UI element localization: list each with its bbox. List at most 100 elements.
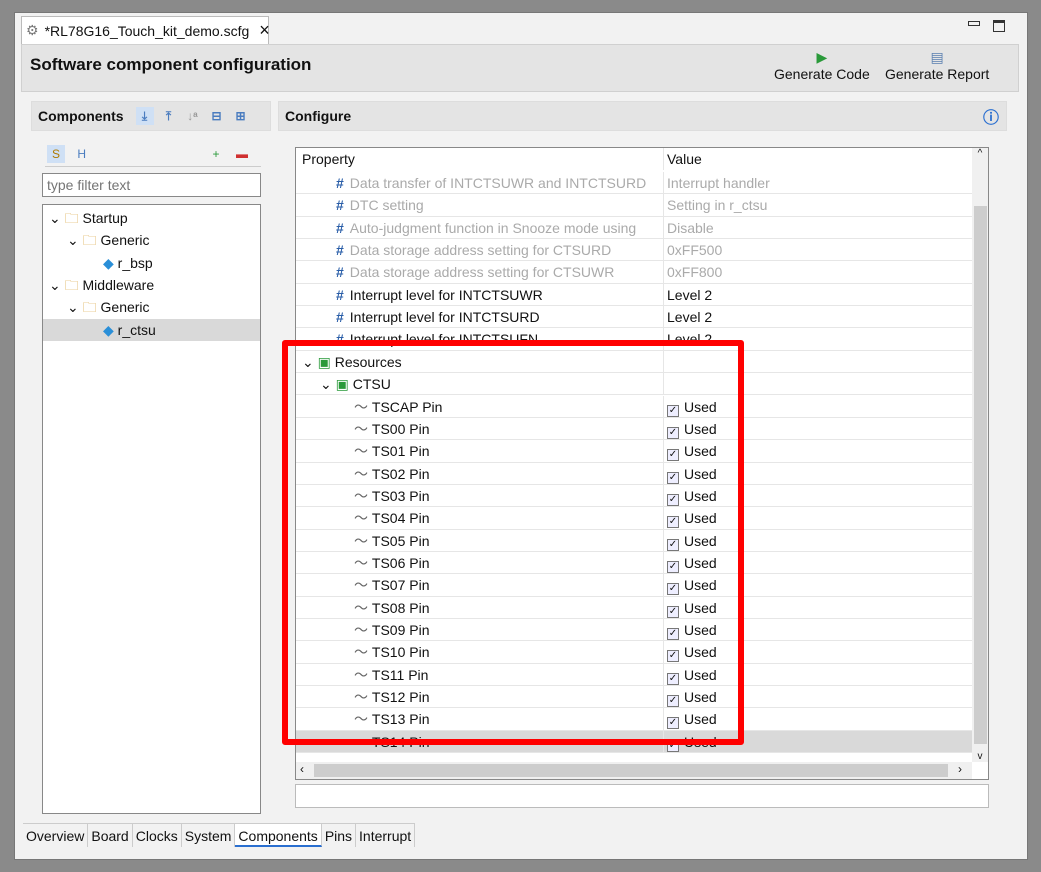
tab-overview[interactable]: Overview (23, 824, 89, 847)
hierarchy-view-icon[interactable]: H (73, 145, 91, 163)
checkbox[interactable]: ✓ (667, 560, 679, 573)
category-view-icon[interactable]: S (47, 145, 65, 163)
chevron-down-icon[interactable]: ⌄ (49, 277, 61, 293)
tree-item[interactable]: ⌄ 🗀 Generic (43, 229, 260, 251)
table-row[interactable]: # Data storage address setting for CTSURD… (296, 239, 972, 262)
checkbox[interactable]: ✓ (667, 695, 679, 708)
checkbox[interactable]: ✓ (667, 471, 679, 484)
table-row[interactable]: 〜 TS06 Pin ✓ Used (296, 551, 972, 575)
table-row[interactable]: # Data transfer of INTCTSUWR and INTCTSUR… (296, 172, 972, 195)
tree-item[interactable]: ⌄ 🗀 Middleware (43, 274, 260, 296)
tab-board[interactable]: Board (88, 824, 133, 847)
expand-all-icon[interactable]: ⊞ (232, 107, 250, 125)
scrollbar-thumb[interactable] (974, 206, 987, 744)
checkbox[interactable]: ✓ (667, 449, 679, 462)
horizontal-scrollbar[interactable]: ‹ › (296, 762, 972, 779)
hash-icon: # (336, 286, 344, 303)
property-value[interactable]: Level 2 (663, 306, 972, 329)
table-row[interactable]: 〜 TS10 Pin ✓ Used (296, 641, 972, 664)
table-row[interactable]: 〜 TS11 Pin ✓ Used (296, 663, 972, 687)
maximize-button[interactable] (993, 20, 1005, 32)
tab-system[interactable]: System (181, 824, 236, 847)
components-pane-header: Components ⤓ ⤒ ↓ᵃ ⊟ ⊞ (31, 101, 271, 131)
checkbox[interactable]: ✓ (667, 426, 679, 439)
checkbox[interactable]: ✓ (667, 628, 679, 640)
info-icon[interactable]: ⓘ (983, 104, 999, 128)
vertical-scrollbar[interactable]: ^ v (972, 148, 988, 762)
tree-item[interactable]: ◆ r_bsp (43, 252, 260, 274)
table-row[interactable]: ⌄ ▣ Resources (296, 350, 972, 374)
chevron-down-icon[interactable]: ⌄ (49, 210, 61, 226)
filter-input[interactable] (42, 173, 261, 197)
table-row[interactable]: 〜 TS09 Pin ✓ Used (296, 619, 972, 642)
chevron-down-icon[interactable]: ⌄ (320, 376, 332, 392)
checkbox[interactable]: ✓ (667, 650, 679, 663)
generate-code-label: Generate Code (774, 66, 870, 82)
description-box[interactable] (295, 784, 989, 808)
property-value[interactable]: Level 2 (663, 283, 972, 306)
checkbox[interactable]: ✓ (667, 493, 679, 506)
checkbox[interactable]: ✓ (667, 516, 679, 529)
table-row[interactable]: # Interrupt level for INTCTSUWR Level 2 (296, 283, 972, 307)
pin-value: Used (684, 398, 717, 415)
h-scrollbar-thumb[interactable] (314, 764, 948, 777)
tree-item[interactable]: ◆ r_ctsu (43, 318, 260, 341)
collapse-into-icon[interactable]: ⤓ (135, 107, 154, 125)
table-row[interactable]: # Interrupt level for INTCTSUFN Level 2 (296, 328, 972, 351)
table-row[interactable]: 〜 TS05 Pin ✓ Used (296, 529, 972, 552)
remove-component-icon[interactable]: ▬ (233, 145, 251, 163)
property-value[interactable]: Disable (663, 216, 972, 239)
expand-out-icon[interactable]: ⤒ (160, 107, 178, 125)
table-row[interactable]: 〜 TS00 Pin ✓ Used (296, 417, 972, 441)
sort-az-icon[interactable]: ↓ᵃ (184, 107, 202, 125)
configure-title: Configure (285, 108, 352, 124)
minimize-button[interactable] (968, 21, 980, 26)
property-value[interactable]: Level 2 (663, 328, 972, 351)
table-row[interactable]: ⌄ ▣ CTSU (296, 373, 972, 396)
column-property[interactable]: Property (302, 148, 355, 170)
table-row[interactable]: 〜 TS14 Pin ✓ Used (296, 730, 972, 754)
editor-tab[interactable]: ⚙ *RL78G16_Touch_kit_demo.scfg × (21, 16, 270, 44)
editor-tab-title: *RL78G16_Touch_kit_demo.scfg (44, 22, 250, 39)
table-row[interactable]: 〜 TS12 Pin ✓ Used (296, 686, 972, 709)
table-row[interactable]: 〜 TS08 Pin ✓ Used (296, 596, 972, 619)
chevron-down-icon[interactable]: ⌄ (67, 299, 79, 315)
tab-interrupt[interactable]: Interrupt (356, 824, 416, 847)
table-row[interactable]: # Data storage address setting for CTSUWR… (296, 261, 972, 284)
table-row[interactable]: # Interrupt level for INTCTSURD Level 2 (296, 306, 972, 329)
checkbox[interactable]: ✓ (667, 739, 679, 752)
chevron-down-icon[interactable]: ⌄ (302, 354, 314, 370)
tree-item[interactable]: ⌄ 🗀 Generic (43, 296, 260, 318)
collapse-all-icon[interactable]: ⊟ (208, 107, 226, 125)
bottom-tabs: Overview Board Clocks System Components Pins I… (23, 823, 416, 847)
table-row[interactable]: 〜 TS13 Pin ✓ Used (296, 708, 972, 731)
table-row[interactable]: 〜 TS04 Pin ✓ Used (296, 507, 972, 530)
property-value[interactable]: Interrupt handler (663, 172, 972, 194)
generate-report-button[interactable]: ▤ Generate Report (885, 49, 989, 82)
generate-code-button[interactable]: ▶ Generate Code (774, 49, 870, 82)
checkbox[interactable]: ✓ (667, 672, 679, 685)
tab-components[interactable]: Components (235, 824, 322, 847)
property-value[interactable]: 0xFF800 (663, 261, 972, 284)
table-row[interactable]: 〜 TS02 Pin ✓ Used (296, 462, 972, 485)
property-value[interactable]: Setting in r_ctsu (663, 194, 972, 217)
tab-clocks[interactable]: Clocks (132, 824, 182, 847)
table-row[interactable]: # Auto-judgment function in Snooze mode u… (296, 216, 972, 240)
table-row[interactable]: 〜 TS03 Pin ✓ Used (296, 484, 972, 508)
tree-item[interactable]: ⌄ 🗀 Startup (43, 207, 260, 229)
table-row[interactable]: 〜 TS07 Pin ✓ Used (296, 574, 972, 597)
checkbox[interactable]: ✓ (667, 404, 679, 417)
checkbox[interactable]: ✓ (667, 605, 679, 618)
tab-pins[interactable]: Pins (321, 824, 357, 847)
column-value[interactable]: Value (663, 148, 702, 170)
table-row[interactable]: # DTC setting Setting in r_ctsu (296, 194, 972, 217)
table-row[interactable]: 〜 TS01 Pin ✓ Used (296, 440, 972, 463)
add-component-icon[interactable]: + (207, 145, 225, 163)
checkbox[interactable]: ✓ (667, 538, 679, 551)
checkbox[interactable]: ✓ (667, 717, 679, 730)
property-value[interactable]: 0xFF500 (663, 239, 972, 262)
close-icon[interactable]: × (259, 20, 270, 41)
chevron-down-icon[interactable]: ⌄ (67, 232, 79, 248)
checkbox[interactable]: ✓ (667, 583, 679, 596)
table-row[interactable]: 〜 TSCAP Pin ✓ Used (296, 395, 972, 418)
